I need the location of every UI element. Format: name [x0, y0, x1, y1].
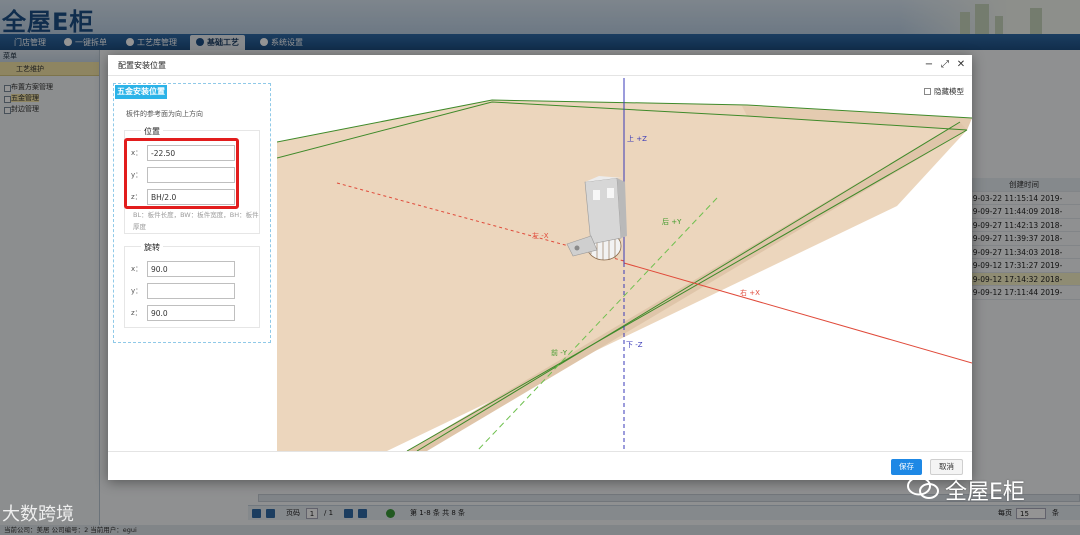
watermark-right: 全屋E柜 [945, 480, 1025, 505]
panel-title: 五金安装位置 [115, 85, 167, 99]
install-position-dialog: 配置安装位置 − ⤢ ✕ 五金安装位置 板件的参考面为向上方向 位置 x： y：… [108, 55, 972, 480]
position-group-title: 位置 [141, 126, 163, 137]
rotation-y-input[interactable] [147, 283, 235, 299]
axis-label-right-x: 右 +X [740, 289, 760, 297]
wechat-icon [907, 476, 939, 499]
rotation-y-label: y： [131, 287, 143, 295]
reference-face-note: 板件的参考面为向上方向 [126, 110, 203, 118]
checkbox-icon[interactable] [924, 88, 931, 95]
3d-viewport[interactable]: 隐藏模型 上 +Z 下 -Z 左 -X 右 +X 后 +Y 前 -Y [277, 78, 972, 451]
minimize-icon[interactable]: − [923, 59, 935, 71]
hide-model-checkbox[interactable]: 隐藏模型 [924, 86, 964, 97]
close-icon[interactable]: ✕ [955, 59, 967, 71]
board-scene[interactable] [277, 78, 972, 451]
rotation-group: 旋转 x： y： z： [124, 242, 260, 328]
cancel-button[interactable]: 取消 [930, 459, 963, 475]
rotation-z-label: z： [131, 309, 142, 317]
save-button[interactable]: 保存 [891, 459, 922, 475]
axis-label-front-y: 前 -Y [551, 349, 568, 357]
watermark-left: 大数跨境 [2, 504, 74, 525]
axis-x-positive-line [623, 262, 972, 364]
hardware-position-panel: 五金安装位置 板件的参考面为向上方向 位置 x： y： z： BL：板件长度，B… [113, 83, 271, 343]
axis-label-down-z: 下 -Z [626, 341, 643, 349]
axis-label-left-x: 左 -X [532, 232, 549, 240]
maximize-icon[interactable]: ⤢ [939, 59, 951, 71]
dialog-title: 配置安装位置 [108, 55, 972, 76]
dialog-footer: 保存 取消 [108, 451, 972, 480]
rotation-group-title: 旋转 [141, 242, 163, 253]
position-highlight-box [124, 138, 239, 209]
rotation-z-input[interactable] [147, 305, 235, 321]
axis-label-up-z: 上 +Z [627, 135, 647, 143]
rotation-x-input[interactable] [147, 261, 235, 277]
rotation-x-label: x： [131, 265, 143, 273]
axis-label-back-y: 后 +Y [662, 218, 682, 226]
dimension-hint: BL：板件长度，BW：板件宽度，BH：板件厚度 [133, 211, 259, 231]
